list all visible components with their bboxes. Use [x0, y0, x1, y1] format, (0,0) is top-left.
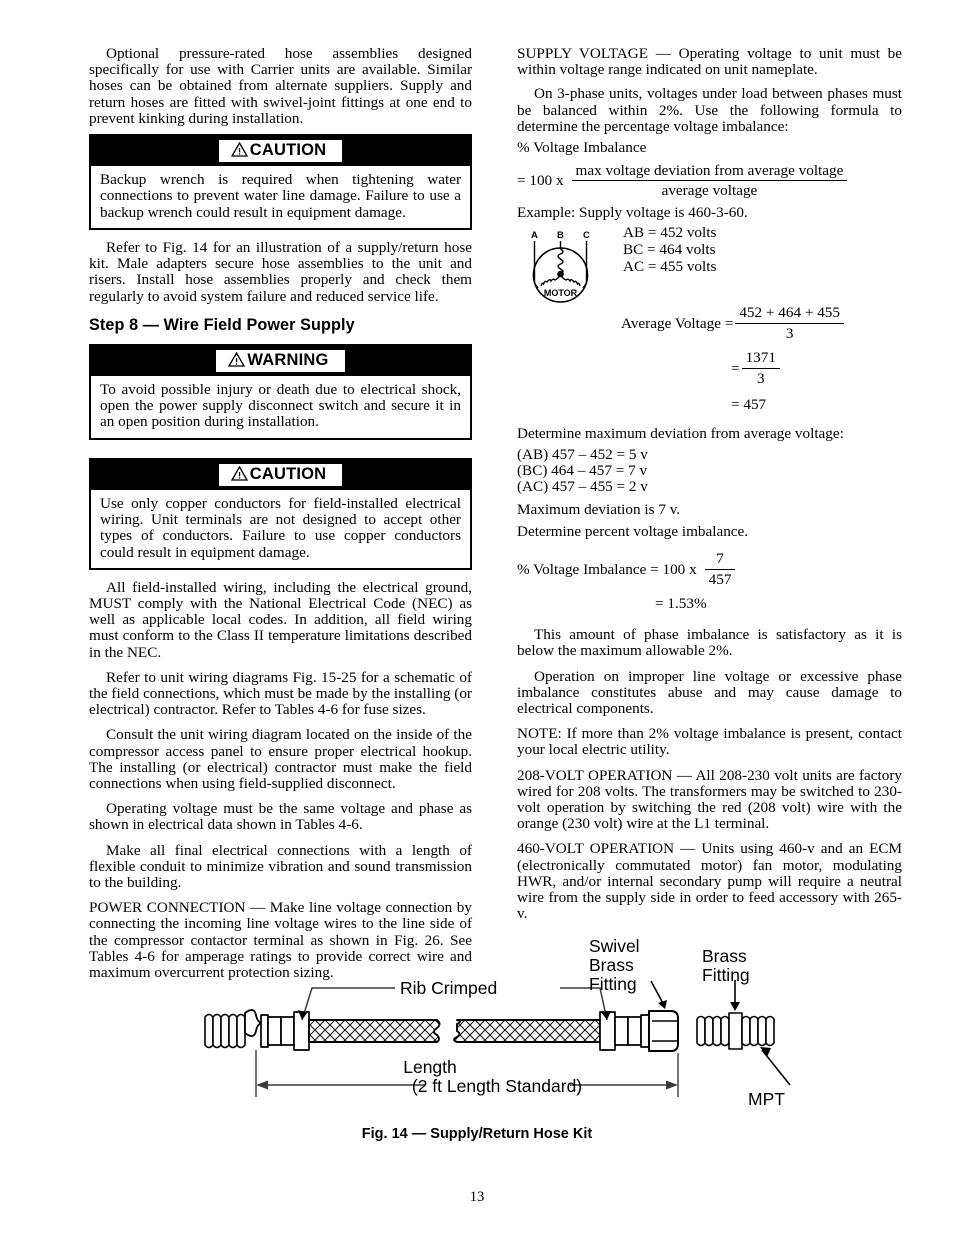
paragraph-nec: All field-installed wiring, including th…	[89, 578, 472, 661]
caution-header: CAUTION	[91, 136, 470, 167]
voltage-bc: BC = 464 volts	[623, 241, 716, 259]
label-swivel-2: Brass	[589, 955, 634, 975]
paragraph-208-volt: 208-VOLT OPERATION — All 208-230 volt un…	[517, 766, 902, 833]
paragraph-wiring-diagrams: Refer to unit wiring diagrams Fig. 15-25…	[89, 668, 472, 719]
equals-sign-2: =	[731, 359, 740, 377]
warning-box-electrical-shock: WARNING To avoid possible injury or deat…	[89, 343, 472, 440]
motor-label: MOTOR	[544, 288, 578, 298]
paragraph-hose-assemblies: Optional pressure-rated hose assemblies …	[89, 45, 472, 127]
hose-braid-right	[453, 1019, 601, 1043]
paragraph-refer-fig14: Refer to Fig. 14 for an illustration of …	[89, 238, 472, 305]
paragraph-max-deviation: Maximum deviation is 7 v.	[517, 500, 681, 518]
caution-chip-2: CAUTION	[218, 463, 343, 486]
paragraph-460-volt: 460-VOLT OPERATION — Units using 460-v a…	[517, 840, 902, 923]
label-length-standard: (2 ft Length Standard)	[412, 1076, 582, 1096]
caution-box-backup-wrench: CAUTION Backup wrench is required when t…	[89, 134, 472, 230]
caution-label: CAUTION	[249, 141, 327, 160]
caution-label-2: CAUTION	[249, 464, 327, 483]
warning-chip: WARNING	[216, 349, 345, 372]
imbalance-denominator: 457	[708, 571, 732, 589]
average-denominator: 3	[785, 325, 794, 343]
warning-header: WARNING	[91, 345, 470, 376]
caution-chip: CAUTION	[218, 140, 343, 163]
deviation-ac: (AC) 457 – 455 = 2 v	[517, 478, 648, 496]
average-numerator: 452 + 464 + 455	[735, 304, 844, 325]
three-phase-motor-icon: A B C MOTOR	[531, 230, 590, 304]
left-column: Optional pressure-rated hose assemblies …	[89, 45, 472, 985]
label-length: Length	[403, 1057, 457, 1077]
warning-triangle-icon	[228, 351, 246, 367]
average-voltage-result: = 457	[731, 396, 767, 414]
motor-diagram: A B C MOTOR	[517, 227, 609, 312]
average-denominator-2: 3	[756, 370, 765, 388]
right-column: SUPPLY VOLTAGE — Operating voltage to un…	[517, 45, 902, 927]
formula-numerator: max voltage deviation from average volta…	[571, 162, 848, 182]
paragraph-three-phase: On 3-phase units, voltages under load be…	[517, 85, 902, 135]
average-voltage-label: Average Voltage =	[621, 314, 734, 332]
phase-a-label: A	[531, 230, 538, 241]
paragraph-operating-voltage: Operating voltage must be the same volta…	[89, 800, 472, 834]
deviation-ab: (AB) 457 – 452 = 5 v	[517, 445, 648, 463]
callout-arrowheads	[298, 1010, 611, 1020]
average-voltage-row-2: = 1371 3	[731, 349, 902, 388]
motor-diagram-row: A B C MOTOR AB = 452 volts BC = 464 volt…	[517, 225, 902, 312]
caution-header-2: CAUTION	[91, 459, 470, 490]
formula-voltage-imbalance: = 100 x max voltage deviation from avera…	[517, 162, 902, 199]
label-brass-2: Fitting	[702, 965, 750, 985]
voltage-ab: AB = 452 volts	[623, 224, 717, 242]
phase-b-label: B	[557, 230, 564, 241]
heading-step-8: Step 8 — Wire Field Power Supply	[89, 315, 355, 334]
separate-brass-fitting	[696, 1012, 775, 1050]
warning-text: To avoid possible injury or death due to…	[100, 380, 461, 431]
paragraph-determine-max-deviation: Determine maximum deviation from average…	[517, 425, 844, 443]
imbalance-fraction: 7 457	[704, 550, 736, 589]
imbalance-result: = 1.53%	[655, 595, 707, 613]
average-voltage-row: Average Voltage = 452 + 464 + 455 3	[621, 304, 902, 343]
imbalance-numerator: 7	[704, 550, 736, 571]
brass-fitting-arrowhead	[730, 1002, 740, 1011]
page-number: 13	[469, 1189, 485, 1205]
paragraph-consult-diagram: Consult the unit wiring diagram located …	[89, 726, 472, 793]
paragraph-note: NOTE: If more than 2% voltage imbalance …	[517, 725, 902, 759]
paragraph-example: Example: Supply voltage is 460-3-60.	[517, 204, 748, 222]
paragraph-determine-percent: Determine percent voltage imbalance.	[517, 523, 749, 541]
measured-voltages: AB = 452 volts BC = 464 volts AC = 455 v…	[623, 225, 716, 275]
deviation-list: (AB) 457 – 452 = 5 v (BC) 464 – 457 = 7 …	[517, 445, 902, 496]
caution-text-2: Use only copper conductors for field-ins…	[100, 494, 461, 561]
paragraph-satisfactory: This amount of phase imbalance is satisf…	[517, 626, 902, 660]
formula-denominator: average voltage	[661, 182, 758, 200]
phase-c-label: C	[583, 230, 590, 241]
deviation-bc: (BC) 464 – 457 = 7 v	[517, 462, 648, 480]
label-mpt: MPT	[748, 1089, 785, 1109]
warning-triangle-icon	[230, 465, 248, 481]
warning-label: WARNING	[247, 350, 329, 369]
formula-fraction: max voltage deviation from average volta…	[571, 162, 848, 200]
imbalance-lead: % Voltage Imbalance = 100 x	[517, 560, 697, 578]
figure-caption: Fig. 14 — Supply/Return Hose Kit	[361, 1126, 593, 1142]
hose-braid-left	[308, 1019, 441, 1043]
paragraph-improper-voltage: Operation on improper line voltage or ex…	[517, 667, 902, 718]
left-thread-block	[204, 1013, 246, 1049]
average-voltage-fraction: 452 + 464 + 455 3	[735, 304, 844, 343]
document-page: Optional pressure-rated hose assemblies …	[0, 0, 954, 1235]
label-brass-1: Brass	[702, 946, 747, 966]
average-fraction-2: 1371 3	[741, 349, 780, 388]
paragraph-supply-voltage: SUPPLY VOLTAGE — Operating voltage to un…	[517, 45, 902, 79]
voltage-ac: AC = 455 volts	[623, 257, 717, 275]
formula-lead: = 100 x	[517, 172, 564, 190]
label-rib-crimped: Rib Crimped	[400, 978, 497, 998]
caution-text: Backup wrench is required when tightenin…	[100, 171, 461, 221]
label-swivel-1: Swivel	[589, 936, 640, 956]
label-percent-voltage-imbalance: % Voltage Imbalance	[517, 139, 647, 157]
average-numerator-2: 1371	[741, 349, 780, 370]
caution-box-copper-conductors: CAUTION Use only copper conductors for f…	[89, 457, 472, 570]
paragraph-flexible-conduit: Make all final electrical connections wi…	[89, 841, 472, 892]
label-swivel-3: Fitting	[589, 974, 637, 994]
warning-triangle-icon	[230, 141, 248, 157]
imbalance-formula-row: % Voltage Imbalance = 100 x 7 457	[517, 550, 902, 589]
